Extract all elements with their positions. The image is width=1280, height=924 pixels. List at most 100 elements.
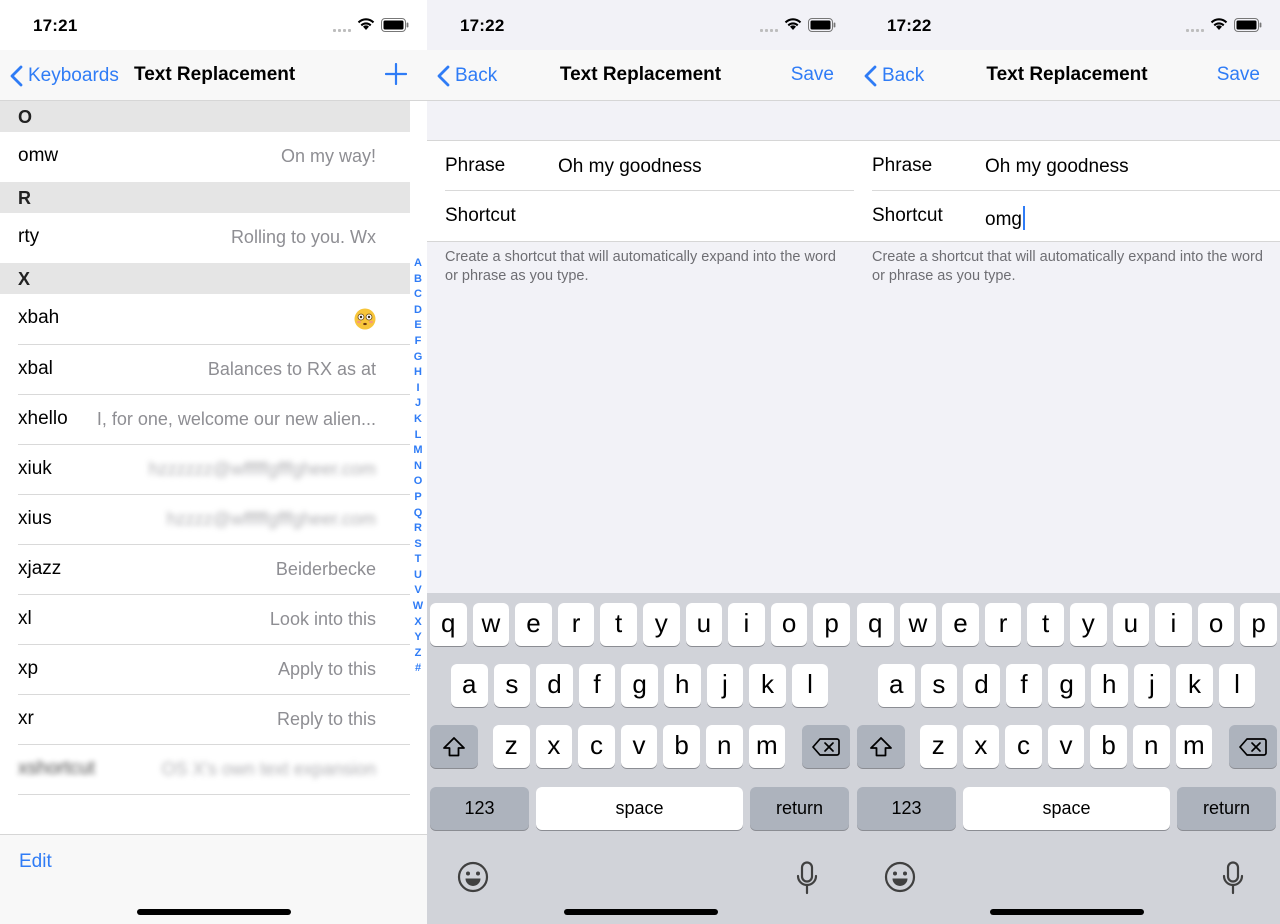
key-q[interactable]: q xyxy=(857,603,894,646)
space-key[interactable]: space xyxy=(963,787,1170,830)
shift-key[interactable] xyxy=(430,725,478,768)
key-i[interactable]: i xyxy=(728,603,765,646)
key-p[interactable]: p xyxy=(813,603,850,646)
index-letter[interactable]: N xyxy=(414,459,422,475)
key-c[interactable]: c xyxy=(578,725,615,768)
index-letter[interactable]: M xyxy=(413,443,422,459)
key-n[interactable]: n xyxy=(706,725,743,768)
numbers-key[interactable]: 123 xyxy=(857,787,956,830)
key-i[interactable]: i xyxy=(1155,603,1192,646)
index-letter[interactable]: Y xyxy=(414,630,421,646)
shortcut-field[interactable]: omg xyxy=(985,206,1025,231)
list-item[interactable]: xbal Balances to RX as at xyxy=(0,345,410,395)
key-r[interactable]: r xyxy=(984,603,1022,646)
key-a[interactable]: a xyxy=(451,664,488,707)
keyboards-back-button[interactable]: Keyboards xyxy=(9,63,119,89)
emoji-icon[interactable] xyxy=(884,861,916,893)
key-b[interactable]: b xyxy=(1090,725,1127,768)
index-letter[interactable]: G xyxy=(414,350,423,366)
numbers-key[interactable]: 123 xyxy=(430,787,529,830)
shortcut-row[interactable]: Shortcut omg xyxy=(854,191,1280,241)
list-item[interactable]: xjazz Beiderbecke xyxy=(0,545,410,595)
key-r[interactable]: r xyxy=(557,603,595,646)
key-t[interactable]: t xyxy=(600,603,637,646)
save-button[interactable]: Save xyxy=(791,64,834,86)
key-u[interactable]: u xyxy=(685,603,723,646)
key-e[interactable]: e xyxy=(515,603,552,646)
list-item[interactable]: xhello I, for one, welcome our new alien… xyxy=(0,395,410,445)
index-letter[interactable]: S xyxy=(414,537,421,553)
key-m[interactable]: m xyxy=(1175,725,1213,768)
section-index-bar[interactable]: A B C D E F G H I J K L M N O P Q R S T U V W X Y Z # xyxy=(410,256,426,677)
key-o[interactable]: o xyxy=(770,603,808,646)
index-letter[interactable]: C xyxy=(414,287,422,303)
list-item[interactable]: xp Apply to this xyxy=(0,645,410,695)
add-replacement-plus-icon[interactable] xyxy=(385,63,407,85)
key-w[interactable]: w xyxy=(899,603,937,646)
index-letter[interactable]: Z xyxy=(415,646,422,662)
key-b[interactable]: b xyxy=(663,725,700,768)
phrase-field[interactable]: Oh my goodness xyxy=(558,156,702,178)
key-f[interactable]: f xyxy=(1005,664,1043,707)
key-c[interactable]: c xyxy=(1005,725,1042,768)
key-p[interactable]: p xyxy=(1240,603,1277,646)
shift-key[interactable] xyxy=(857,725,905,768)
key-n[interactable]: n xyxy=(1133,725,1170,768)
index-letter[interactable]: K xyxy=(414,412,422,428)
index-letter[interactable]: L xyxy=(415,428,422,444)
index-letter[interactable]: X xyxy=(414,615,421,631)
index-letter[interactable]: T xyxy=(415,552,422,568)
key-d[interactable]: d xyxy=(963,664,1000,707)
shortcut-row[interactable]: Shortcut xyxy=(427,191,854,241)
delete-key[interactable] xyxy=(1229,725,1277,768)
save-button[interactable]: Save xyxy=(1217,64,1260,86)
key-a[interactable]: a xyxy=(878,664,915,707)
key-l[interactable]: l xyxy=(791,664,829,707)
index-letter[interactable]: J xyxy=(415,396,421,412)
key-v[interactable]: v xyxy=(620,725,658,768)
index-letter[interactable]: B xyxy=(414,272,422,288)
key-g[interactable]: g xyxy=(1048,664,1085,707)
index-letter[interactable]: O xyxy=(414,474,423,490)
index-letter[interactable]: U xyxy=(414,568,422,584)
index-letter[interactable]: V xyxy=(414,583,421,599)
key-y[interactable]: y xyxy=(643,603,680,646)
edit-button[interactable]: Edit xyxy=(19,851,52,873)
key-k[interactable]: k xyxy=(749,664,786,707)
key-d[interactable]: d xyxy=(536,664,573,707)
key-o[interactable]: o xyxy=(1197,603,1235,646)
index-letter[interactable]: P xyxy=(414,490,421,506)
delete-key[interactable] xyxy=(802,725,850,768)
phrase-row[interactable]: Phrase Oh my goodness xyxy=(427,141,854,191)
key-h[interactable]: h xyxy=(1091,664,1128,707)
key-l[interactable]: l xyxy=(1218,664,1256,707)
return-key[interactable]: return xyxy=(750,787,849,830)
emoji-icon[interactable] xyxy=(457,861,489,893)
key-e[interactable]: e xyxy=(942,603,979,646)
key-f[interactable]: f xyxy=(578,664,616,707)
list-item[interactable]: rty Rolling to you. Wx xyxy=(0,213,410,263)
index-letter[interactable]: R xyxy=(414,521,422,537)
key-y[interactable]: y xyxy=(1070,603,1107,646)
key-x[interactable]: x xyxy=(962,725,1000,768)
home-indicator[interactable] xyxy=(990,909,1144,915)
key-z[interactable]: z xyxy=(920,725,957,768)
key-s[interactable]: s xyxy=(920,664,958,707)
key-m[interactable]: m xyxy=(748,725,786,768)
key-h[interactable]: h xyxy=(664,664,701,707)
list-item[interactable]: xl Look into this xyxy=(0,595,410,645)
home-indicator[interactable] xyxy=(563,909,718,915)
index-letter[interactable]: Q xyxy=(414,506,423,522)
index-letter[interactable]: W xyxy=(413,599,423,615)
space-key[interactable]: space xyxy=(536,787,743,830)
key-t[interactable]: t xyxy=(1027,603,1064,646)
list-item[interactable]: omw On my way! xyxy=(0,132,410,182)
list-item[interactable]: xius hzzzz@wfffffgfffgheer.com xyxy=(0,495,410,545)
index-letter[interactable]: E xyxy=(414,318,421,334)
microphone-icon[interactable] xyxy=(1222,861,1244,895)
key-q[interactable]: q xyxy=(430,603,467,646)
home-indicator[interactable] xyxy=(136,909,291,915)
key-s[interactable]: s xyxy=(493,664,531,707)
index-letter[interactable]: D xyxy=(414,303,422,319)
list-item[interactable]: xbah xyxy=(0,294,410,345)
